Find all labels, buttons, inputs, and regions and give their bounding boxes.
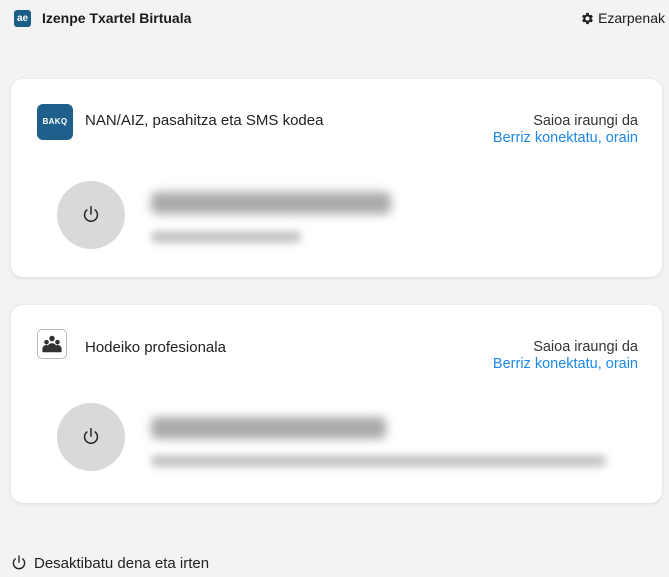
session-status: Saioa iraungi da Berriz konektatu, orain [493,339,638,373]
reconnect-link[interactable]: Berriz konektatu, orain [493,356,638,373]
redacted-user-id [151,231,301,243]
power-button[interactable] [57,181,125,249]
power-icon [12,555,26,570]
session-card-nan: BAKQ NAN/AIZ, pasahitza eta SMS kodea Sa… [11,79,662,277]
app-title: Izenpe Txartel Birtuala [42,10,192,26]
power-icon [83,428,99,444]
status-text: Saioa iraungi da [533,339,638,355]
status-text: Saioa iraungi da [533,113,638,129]
settings-button[interactable]: Ezarpenak [580,10,665,26]
redacted-user-name [151,192,391,214]
deactivate-all-label: Desaktibatu dena eta irten [34,554,210,572]
app-header: ae Izenpe Txartel Birtuala Ezarpenak [0,0,669,40]
session-card-cloud: Hodeiko profesionala Saioa iraungi da Be… [11,305,662,503]
reconnect-link[interactable]: Berriz konektatu, orain [493,130,638,147]
card-title: Hodeiko profesionala [85,339,226,356]
app-logo: ae [14,10,31,27]
settings-label: Ezarpenak [598,10,665,26]
card-title: NAN/AIZ, pasahitza eta SMS kodea [85,112,324,129]
session-status: Saioa iraungi da Berriz konektatu, orain [493,113,638,147]
redacted-user-name [151,417,386,439]
people-icon [42,335,62,353]
bakq-provider-icon: BAKQ [37,104,73,140]
deactivate-all-button[interactable]: Desaktibatu dena eta irten [10,554,209,572]
power-icon [83,206,99,222]
power-button[interactable] [57,403,125,471]
gear-icon [582,12,593,24]
provider-icon [37,329,67,359]
redacted-organization [151,455,606,467]
